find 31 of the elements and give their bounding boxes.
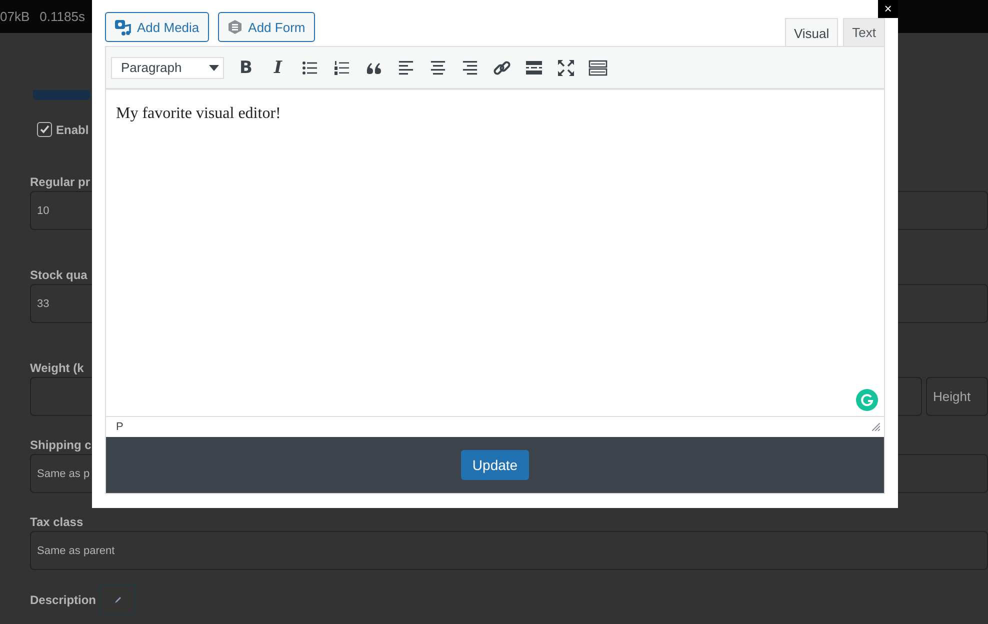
close-button[interactable]: × xyxy=(878,0,898,18)
page-size-text: 07kB xyxy=(0,9,30,24)
field-label: Description xyxy=(30,592,96,606)
input-field[interactable]: Height xyxy=(926,377,988,416)
fullscreen-icon xyxy=(556,58,576,78)
editor-text: My favorite visual editor! xyxy=(116,105,282,123)
media-icon xyxy=(114,18,132,36)
load-time-text: 0.1185s xyxy=(40,9,85,24)
field-label: Shipping c xyxy=(30,438,92,454)
add-form-button[interactable]: Add Form xyxy=(218,12,316,42)
element-path[interactable]: P xyxy=(116,421,124,433)
resize-handle-icon[interactable] xyxy=(872,423,880,431)
pencil-icon xyxy=(112,594,123,604)
field-label: Tax class xyxy=(30,515,84,531)
dropdown-caret-icon xyxy=(209,64,219,70)
update-button[interactable]: Update xyxy=(461,450,529,480)
format-select[interactable]: Paragraph xyxy=(111,56,224,78)
field-label: Weight (k xyxy=(30,361,85,377)
add-media-button[interactable]: Add Media xyxy=(105,12,210,42)
checkbox[interactable] xyxy=(37,122,52,137)
field-label: Regular pr xyxy=(30,175,92,191)
check-icon xyxy=(39,124,50,135)
field-label: Stock qua xyxy=(30,268,88,284)
editor-tab[interactable]: Visual xyxy=(784,18,838,47)
form-icon xyxy=(227,19,244,35)
checkbox-label: Enabl xyxy=(56,122,89,136)
keyboard-icon xyxy=(588,58,608,78)
bold-button[interactable]: B xyxy=(231,52,261,82)
select-field[interactable]: Same as parent xyxy=(30,531,988,570)
editor-tab[interactable]: Text xyxy=(843,18,885,46)
italic-button[interactable]: I xyxy=(263,52,293,82)
